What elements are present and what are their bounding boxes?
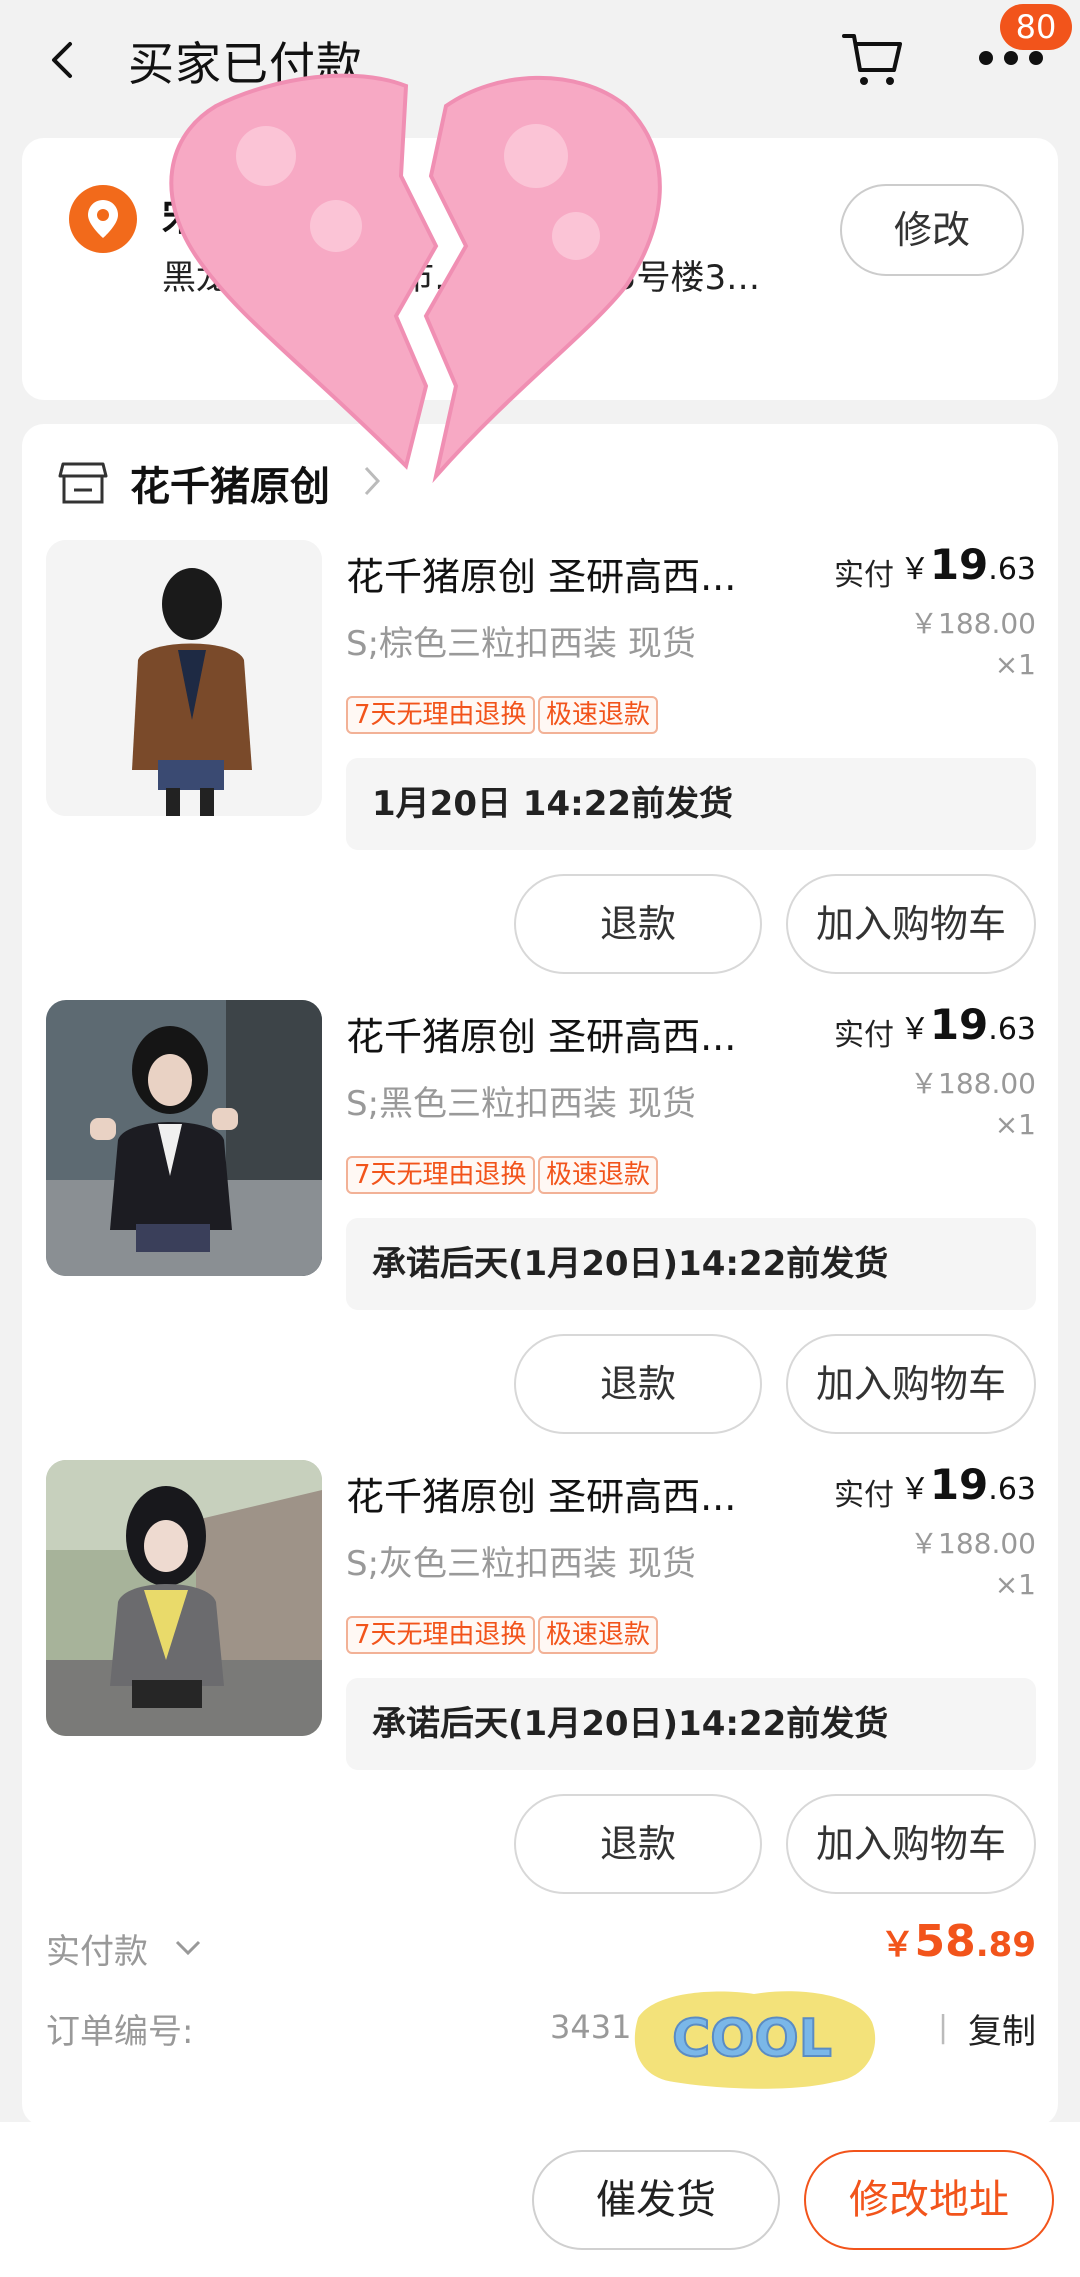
product-image[interactable] [46,540,322,816]
edit-address-button[interactable]: 修改 [840,184,1024,276]
add-to-cart-button[interactable]: 加入购物车 [786,874,1036,974]
refund-button[interactable]: 退款 [514,1794,762,1894]
total-paid-amount: ￥58.89 [880,1916,1036,1967]
fast-refund-tag: 极速退款 [538,696,659,734]
product-title[interactable]: 花千猪原创 圣研高西... [346,1006,766,1061]
shipping-promise: 承诺后天(1月20日)14:22前发货 [346,1218,1036,1310]
shipping-promise: 1月20日 14:22前发货 [346,758,1036,850]
message-count-badge: 80 [1000,4,1072,50]
broken-heart-sticker [169,73,662,484]
order-item: 花千猪原创 圣研高西... 实付 ￥19.63 ￥188.00 ×1 S;灰色三… [22,1460,1058,1920]
paid-label: 实付 [834,558,894,593]
cart-icon[interactable] [840,26,906,92]
shipping-promise: 承诺后天(1月20日)14:22前发货 [346,1678,1036,1770]
original-price: ￥188.00 [910,1067,1036,1100]
original-price: ￥188.00 [910,1527,1036,1560]
cool-sticker-text: COOL [672,2009,832,2069]
paid-label: 实付 [834,1018,894,1053]
sku-spec: S;黑色三粒扣西装 现货 [346,1084,696,1124]
urge-shipping-button[interactable]: 催发货 [532,2150,780,2250]
chevron-down-icon[interactable] [174,1938,202,1958]
product-title[interactable]: 花千猪原创 圣研高西... [346,546,766,601]
quantity: ×1 [994,648,1036,681]
bottom-action-bar: 催发货 修改地址 [0,2122,1080,2277]
product-price: ￥19.63 [899,1000,1036,1049]
product-price: ￥19.63 [899,540,1036,589]
return-policy-tag: 7天无理由退换 [346,696,535,734]
shop-icon [58,462,108,504]
cool-sticker: COOL [634,1991,876,2089]
sku-spec: S;灰色三粒扣西装 现货 [346,1544,696,1584]
location-pin-icon [69,185,137,253]
return-policy-tag: 7天无理由退换 [346,1156,535,1194]
quantity: ×1 [994,1108,1036,1141]
product-title[interactable]: 花千猪原创 圣研高西... [346,1466,766,1521]
change-address-button[interactable]: 修改地址 [804,2150,1054,2250]
copy-order-number-button[interactable]: 复制 [968,2004,1036,2053]
order-item: 花千猪原创 圣研高西... 实付 ￥19.63 ￥188.00 ×1 S;黑色三… [22,1000,1058,1460]
paid-label: 实付 [834,1478,894,1513]
more-options-icon[interactable] [978,48,1048,68]
product-image[interactable] [46,1460,322,1736]
sku-spec: S;棕色三粒扣西装 现货 [346,624,696,664]
add-to-cart-button[interactable]: 加入购物车 [786,1794,1036,1894]
fast-refund-tag: 极速退款 [538,1616,659,1654]
order-item: 花千猪原创 圣研高西... 实付 ￥19.63 ￥188.00 ×1 S;棕色三… [22,540,1058,1000]
divider: | [938,2010,949,2045]
refund-button[interactable]: 退款 [514,1334,762,1434]
refund-button[interactable]: 退款 [514,874,762,974]
back-arrow-icon[interactable] [42,38,82,82]
order-card: 花千猪原创 花千猪原创 圣研高西... 实付 ￥19.63 ￥188.00 ×1… [22,424,1058,2126]
product-price: ￥19.63 [899,1460,1036,1509]
product-image[interactable] [46,1000,322,1276]
total-paid-label[interactable]: 实付款 [46,1924,148,1973]
order-number-label: 订单编号: [46,2012,194,2052]
return-policy-tag: 7天无理由退换 [346,1616,535,1654]
quantity: ×1 [994,1568,1036,1601]
fast-refund-tag: 极速退款 [538,1156,659,1194]
add-to-cart-button[interactable]: 加入购物车 [786,1334,1036,1434]
original-price: ￥188.00 [910,607,1036,640]
